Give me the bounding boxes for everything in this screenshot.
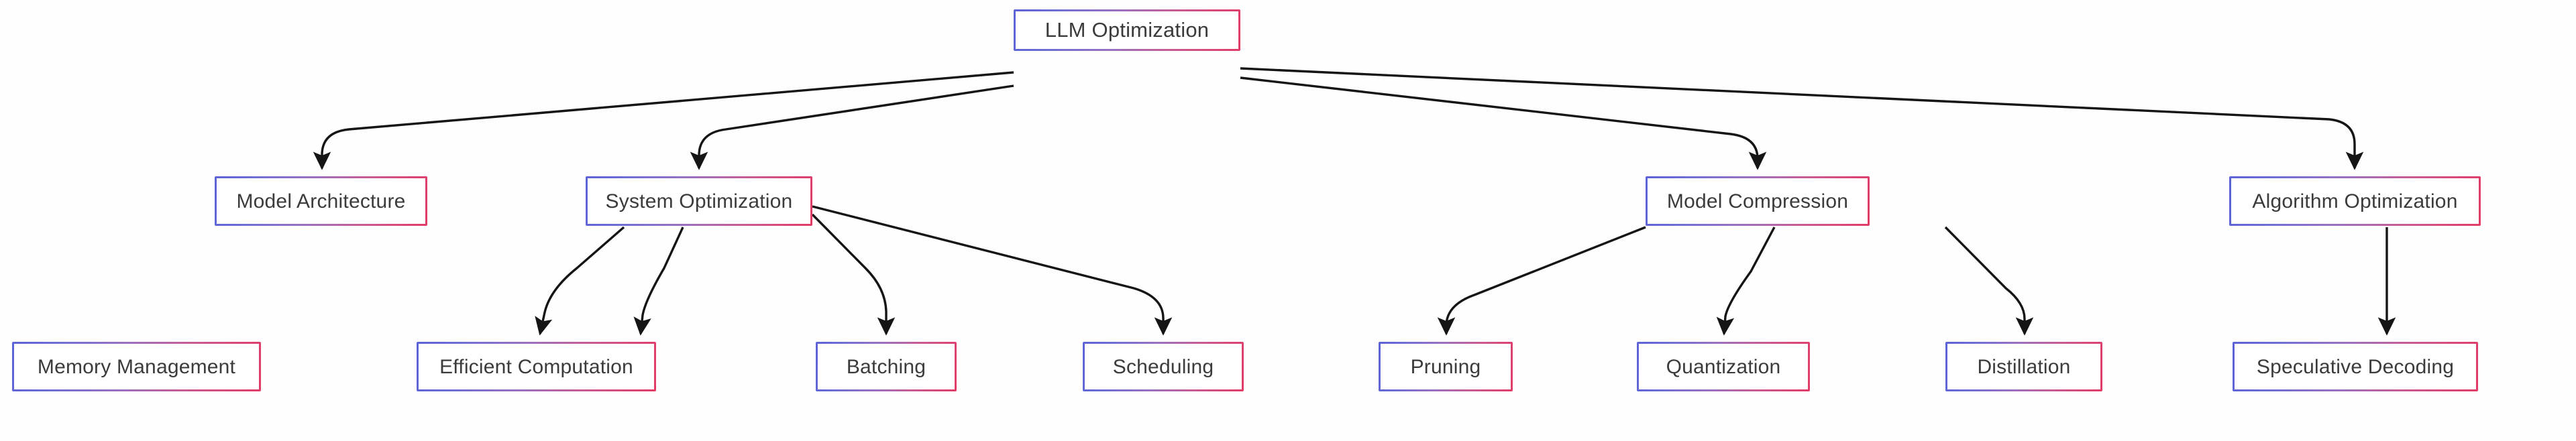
edge-model-compression-to-distillation [1944, 226, 2034, 336]
node-label-quantization: Quantization [1666, 355, 1781, 378]
edge-system-optimization-to-batching [811, 213, 896, 336]
node-label-batching: Batching [846, 355, 926, 378]
node-efficient-computation[interactable]: Efficient Computation [417, 342, 656, 391]
node-label-algorithm-optimization: Algorithm Optimization [2252, 190, 2458, 212]
node-pruning[interactable]: Pruning [1379, 342, 1513, 391]
llm-optimization-taxonomy-diagram: LLM Optimization Model Architecture Syst… [0, 0, 2576, 441]
node-label-speculative-decoding: Speculative Decoding [2256, 355, 2455, 378]
edge-llm-optimization-to-algorithm-optimization [1240, 67, 2364, 170]
node-label-distillation: Distillation [1977, 355, 2071, 378]
node-scheduling[interactable]: Scheduling [1083, 342, 1244, 391]
node-quantization[interactable]: Quantization [1637, 342, 1810, 391]
edge-llm-optimization-to-system-optimization [690, 84, 1014, 170]
edge-model-compression-to-pruning [1437, 226, 1646, 336]
node-label-model-compression: Model Compression [1666, 190, 1849, 212]
node-memory-management[interactable]: Memory Management [12, 342, 261, 391]
node-llm-optimization[interactable]: LLM Optimization [1014, 9, 1240, 51]
node-label-pruning: Pruning [1410, 355, 1481, 378]
node-label-memory-management: Memory Management [37, 355, 236, 378]
node-algorithm-optimization[interactable]: Algorithm Optimization [2229, 176, 2481, 226]
edge-system-optimization-to-memory-management [535, 226, 625, 336]
edge-model-compression-to-quantization [1716, 227, 1776, 336]
node-distillation[interactable]: Distillation [1945, 342, 2102, 391]
node-system-optimization[interactable]: System Optimization [586, 176, 812, 226]
node-label-system-optimization: System Optimization [605, 190, 793, 212]
edge-system-optimization-to-efficient-computation [633, 227, 684, 336]
node-label-scheduling: Scheduling [1112, 355, 1214, 378]
node-label-model-architecture: Model Architecture [236, 190, 406, 212]
edge-system-optimization-to-scheduling [812, 205, 1173, 336]
edge-llm-optimization-to-model-architecture [313, 71, 1014, 170]
node-label-efficient-computation: Efficient Computation [439, 355, 633, 378]
node-speculative-decoding[interactable]: Speculative Decoding [2233, 342, 2478, 391]
node-label-llm-optimization: LLM Optimization [1044, 17, 1210, 42]
node-model-compression[interactable]: Model Compression [1646, 176, 1870, 226]
node-model-architecture[interactable]: Model Architecture [215, 176, 427, 226]
edge-llm-optimization-to-model-compression [1240, 76, 1767, 170]
node-batching[interactable]: Batching [816, 342, 957, 391]
